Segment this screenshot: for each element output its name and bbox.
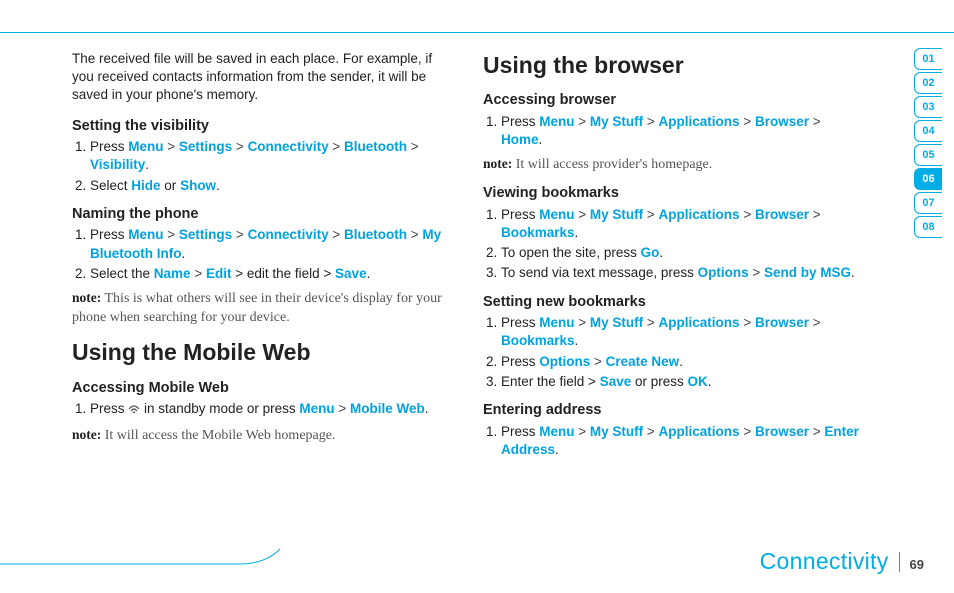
content-columns: The received file will be saved in each … bbox=[72, 50, 864, 533]
enter-address-heading: Entering address bbox=[483, 401, 864, 421]
chapter-tab-04[interactable]: 04 bbox=[914, 120, 942, 142]
visibility-heading: Setting the visibility bbox=[72, 117, 453, 137]
browser-note: note: It will access provider's homepage… bbox=[483, 155, 864, 174]
view-bookmarks-heading: Viewing bookmarks bbox=[483, 184, 864, 204]
top-rule bbox=[0, 32, 954, 33]
chapter-tabs: 0102030405060708 bbox=[914, 48, 942, 240]
mobile-web-note: note: It will access the Mobile Web home… bbox=[72, 426, 453, 445]
kw-connectivity: Connectivity bbox=[248, 139, 329, 154]
naming-note: note: This is what others will see in th… bbox=[72, 289, 453, 327]
kw-menu: Menu bbox=[128, 139, 163, 154]
chapter-tab-08[interactable]: 08 bbox=[914, 216, 942, 238]
step: Press Menu > My Stuff > Applications > B… bbox=[501, 206, 864, 242]
chapter-tab-07[interactable]: 07 bbox=[914, 192, 942, 214]
kw-bluetooth: Bluetooth bbox=[344, 139, 407, 154]
naming-steps: Press Menu > Settings > Connectivity > B… bbox=[90, 226, 453, 283]
step: Enter the field > Save or press OK. bbox=[501, 373, 864, 391]
kw-hide: Hide bbox=[131, 178, 160, 193]
view-bookmarks-steps: Press Menu > My Stuff > Applications > B… bbox=[501, 206, 864, 283]
step: Press Menu > My Stuff > Applications > B… bbox=[501, 314, 864, 350]
step: Select Hide or Show. bbox=[90, 177, 453, 195]
kw-show: Show bbox=[180, 178, 216, 193]
step: Press Menu > My Stuff > Applications > B… bbox=[501, 423, 864, 459]
page-number: 69 bbox=[910, 557, 924, 572]
signal-icon bbox=[128, 402, 140, 420]
chapter-tab-06[interactable]: 06 bbox=[914, 168, 942, 190]
step: Press in standby mode or press Menu > Mo… bbox=[90, 400, 453, 420]
access-browser-heading: Accessing browser bbox=[483, 91, 864, 111]
right-column: Using the browser Accessing browser Pres… bbox=[483, 50, 864, 533]
manual-page: The received file will be saved in each … bbox=[0, 0, 954, 593]
chapter-tab-02[interactable]: 02 bbox=[914, 72, 942, 94]
footer-divider bbox=[899, 552, 900, 572]
step: To open the site, press Go. bbox=[501, 244, 864, 262]
naming-heading: Naming the phone bbox=[72, 205, 453, 225]
left-column: The received file will be saved in each … bbox=[72, 50, 453, 533]
step: Press Menu > Settings > Connectivity > B… bbox=[90, 226, 453, 262]
access-mobile-web-heading: Accessing Mobile Web bbox=[72, 379, 453, 399]
intro-paragraph: The received file will be saved in each … bbox=[72, 50, 453, 105]
mobile-web-steps: Press in standby mode or press Menu > Mo… bbox=[90, 400, 453, 420]
step: Press Options > Create New. bbox=[501, 353, 864, 371]
step: To send via text message, press Options … bbox=[501, 264, 864, 282]
page-footer: Connectivity 69 bbox=[760, 548, 924, 575]
step: Press Menu > My Stuff > Applications > B… bbox=[501, 113, 864, 149]
kw-visibility: Visibility bbox=[90, 157, 145, 172]
footer-section-title: Connectivity bbox=[760, 548, 889, 575]
enter-address-steps: Press Menu > My Stuff > Applications > B… bbox=[501, 423, 864, 459]
kw-settings: Settings bbox=[179, 139, 232, 154]
new-bookmarks-steps: Press Menu > My Stuff > Applications > B… bbox=[501, 314, 864, 391]
mobile-web-heading: Using the Mobile Web bbox=[72, 337, 453, 368]
step: Select the Name > Edit > edit the field … bbox=[90, 265, 453, 283]
chapter-tab-05[interactable]: 05 bbox=[914, 144, 942, 166]
step: Press Menu > Settings > Connectivity > B… bbox=[90, 138, 453, 174]
access-browser-steps: Press Menu > My Stuff > Applications > B… bbox=[501, 113, 864, 149]
chapter-tab-03[interactable]: 03 bbox=[914, 96, 942, 118]
new-bookmarks-heading: Setting new bookmarks bbox=[483, 293, 864, 313]
chapter-tab-01[interactable]: 01 bbox=[914, 48, 942, 70]
footer-swoosh bbox=[0, 547, 290, 565]
visibility-steps: Press Menu > Settings > Connectivity > B… bbox=[90, 138, 453, 195]
browser-heading: Using the browser bbox=[483, 50, 864, 81]
